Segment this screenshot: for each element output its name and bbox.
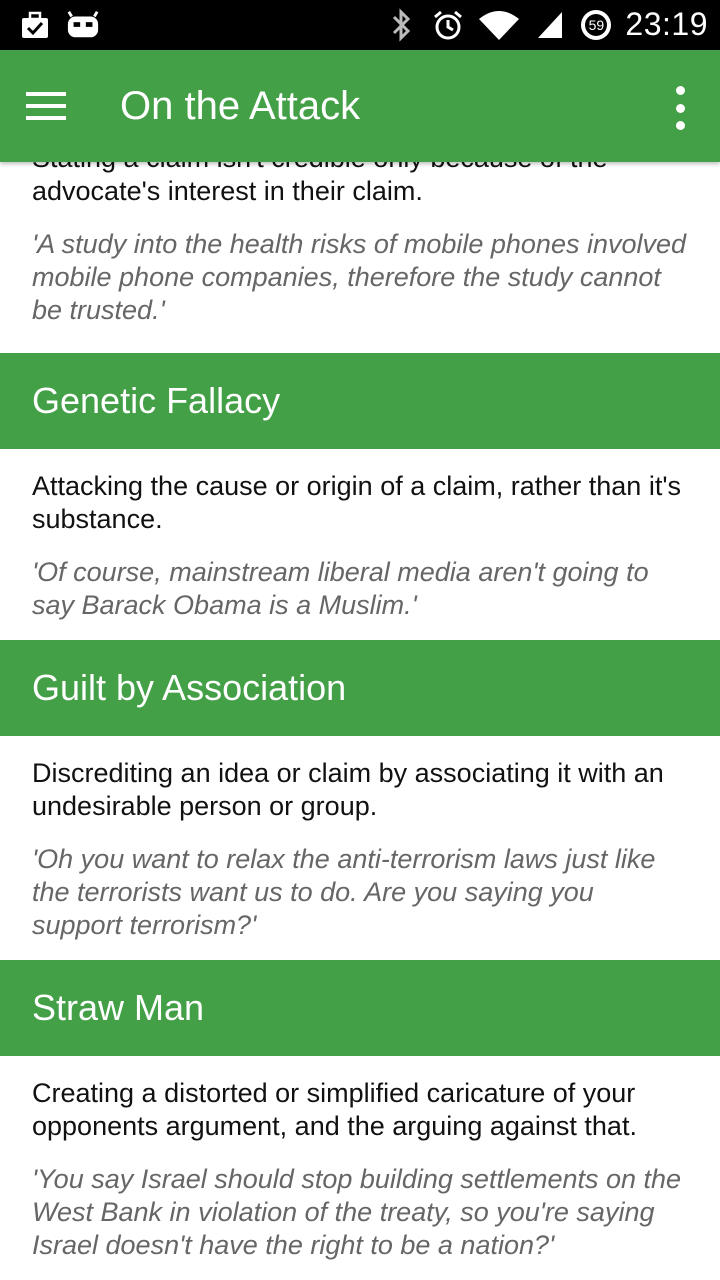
alarm-icon [431, 8, 465, 42]
entry-description: Creating a distorted or simplified caric… [32, 1078, 637, 1141]
entry-example: 'You say Israel should stop building set… [32, 1164, 682, 1260]
more-vert-icon[interactable] [670, 86, 690, 130]
clock: 23:19 [625, 6, 708, 42]
entry-header: Straw Man [0, 960, 720, 1056]
hamburger-menu-icon[interactable] [26, 80, 86, 132]
fallacy-list: Stating a claim isn't credible only beca… [0, 162, 720, 1280]
entry-description: Attacking the cause or origin of a claim… [32, 471, 681, 534]
entry-example: 'Of course, mainstream liberal media are… [32, 557, 649, 620]
list-item: Discrediting an idea or claim by associa… [0, 757, 720, 942]
entry-header: Genetic Fallacy [0, 353, 720, 449]
entry-description: Stating a claim isn't credible only beca… [32, 162, 607, 206]
list-item: Stating a claim isn't credible only beca… [0, 162, 720, 327]
entry-description: Discrediting an idea or claim by associa… [32, 758, 664, 821]
wifi-icon [477, 8, 521, 42]
entry-example: 'Oh you want to relax the anti-terrorism… [32, 844, 656, 940]
signal-icon [533, 8, 567, 42]
list-item: Creating a distorted or simplified caric… [0, 1077, 720, 1262]
android-icon [66, 8, 100, 42]
bluetooth-icon [385, 7, 419, 42]
entry-header: Guilt by Association [0, 640, 720, 736]
status-bar: 59 23:19 [0, 0, 720, 50]
page-title: On the Attack [120, 84, 361, 128]
entry-example: 'A study into the health risks of mobile… [32, 229, 687, 325]
app-bar: On the Attack [0, 50, 720, 162]
notification-count: 59 [588, 16, 605, 33]
briefcase-check-icon [18, 8, 52, 42]
notification-count-badge: 59 [579, 8, 613, 42]
list-item: Attacking the cause or origin of a claim… [0, 470, 720, 622]
